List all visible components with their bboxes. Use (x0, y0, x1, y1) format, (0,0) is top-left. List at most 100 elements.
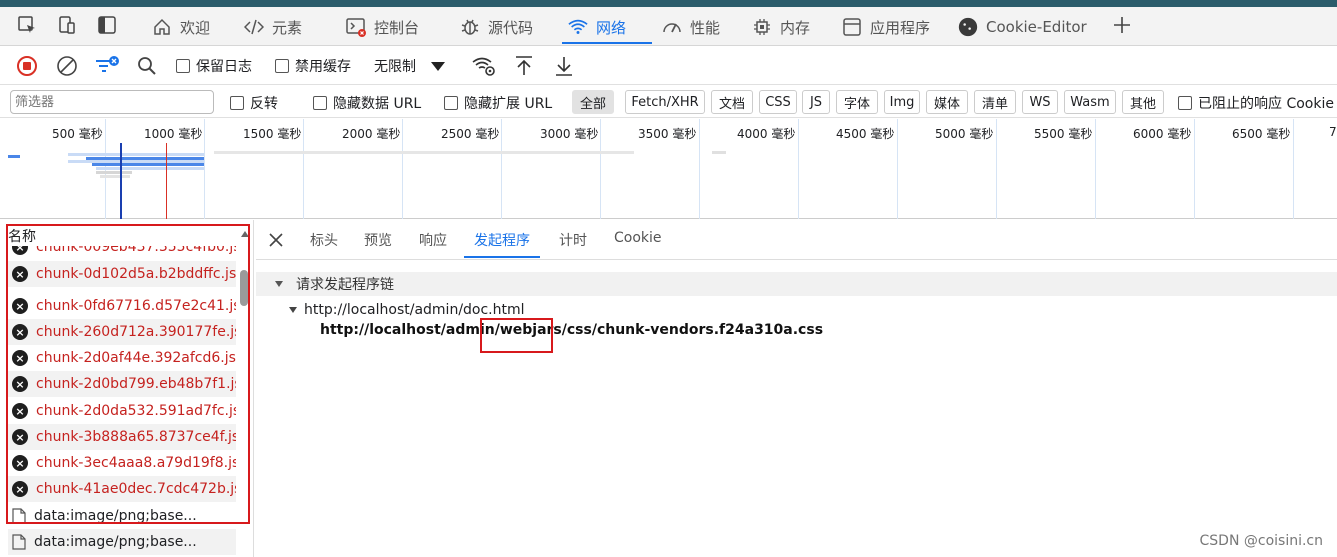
waterfall-bar (100, 175, 130, 178)
initiator-chain-section-header[interactable]: 请求发起程序链 (256, 272, 1337, 296)
load-event-marker (166, 143, 167, 219)
timeline-tick-label: 3000 毫秒 (540, 127, 599, 141)
preserve-log-checkbox[interactable]: 保留日志 (176, 55, 252, 77)
tab-network[interactable]: 网络 (562, 10, 652, 44)
watermark: CSDN @coisini.cn (1199, 533, 1323, 549)
tab-initiator[interactable]: 发起程序 (464, 230, 540, 258)
type-filter-label: CSS (765, 94, 791, 110)
download-icon (556, 57, 572, 76)
waterfall-bar (92, 163, 204, 166)
initiator-child-item[interactable]: http://localhost/admin/webjars/css/chunk… (320, 322, 823, 338)
type-filter-label: 文档 (718, 96, 745, 112)
stop-recording-button[interactable] (16, 55, 38, 77)
close-detail-button[interactable] (268, 232, 284, 252)
device-toolbar-icon[interactable] (56, 14, 78, 36)
type-filter-ws[interactable]: WS (1022, 90, 1058, 114)
tab-sources[interactable]: 源代码 (454, 10, 539, 44)
timeline-tick-label: 2500 毫秒 (441, 127, 500, 141)
dock-side-icon[interactable] (96, 14, 118, 36)
export-har-button[interactable] (554, 55, 574, 77)
detail-tab-bar: 标头 预览 响应 发起程序 计时 Cookie (256, 220, 1337, 260)
tab-response[interactable]: 响应 (419, 230, 447, 250)
type-filter-other[interactable]: 其他 (1122, 90, 1164, 114)
tab-label: 源代码 (488, 18, 534, 37)
network-conditions-button[interactable] (472, 55, 496, 77)
initiator-child-url: http://localhost/admin/webjars/css/chunk… (320, 322, 824, 338)
tab-performance[interactable]: 性能 (656, 10, 726, 44)
timeline-overview[interactable]: 500 毫秒 1000 毫秒 1500 毫秒 2000 毫秒 2500 毫秒 3… (0, 119, 1337, 219)
dropdown-arrow-icon (431, 62, 445, 71)
type-filter-css[interactable]: CSS (759, 90, 797, 114)
invert-checkbox[interactable]: 反转 (230, 93, 278, 113)
tab-console[interactable]: 控制台 (340, 10, 425, 44)
tab-welcome[interactable]: 欢迎 (146, 10, 216, 44)
chip-icon (752, 17, 772, 37)
add-tab-icon[interactable] (1111, 14, 1133, 36)
cookie-icon (958, 17, 978, 37)
checkbox-box (313, 96, 327, 110)
filter-toggle-button[interactable] (94, 55, 120, 77)
tab-headers[interactable]: 标头 (310, 230, 338, 250)
active-tab-underline (464, 256, 540, 258)
window-accent-line (0, 0, 1337, 7)
type-filter-label: Fetch/XHR (631, 94, 699, 110)
inspect-element-icon[interactable] (16, 14, 38, 36)
request-name: data:image/png;base... (34, 534, 197, 550)
blocked-cookies-label: 已阻止的响应 Cookie (1198, 96, 1334, 112)
timeline-gridline (1194, 119, 1195, 219)
tab-label: 应用程序 (870, 18, 931, 37)
type-filter-label: Wasm (1070, 94, 1110, 110)
annotation-highlight-box (6, 224, 250, 524)
type-filter-label: Img (889, 94, 915, 110)
tab-preview[interactable]: 预览 (364, 230, 392, 250)
request-list-panel: 名称 × chunk-009eb437.355c4fb0.js × chunk-… (0, 220, 254, 557)
timeline-gridline (501, 119, 502, 219)
type-filter-label: 清单 (981, 96, 1008, 112)
import-har-button[interactable] (514, 55, 534, 77)
wifi-icon (568, 17, 588, 37)
timeline-tick-label: 3500 毫秒 (638, 127, 697, 141)
timeline-tick-label: 6500 毫秒 (1232, 127, 1291, 141)
type-filter-manifest[interactable]: 清单 (974, 90, 1016, 114)
tab-application[interactable]: 应用程序 (836, 10, 936, 44)
type-filter-font[interactable]: 字体 (836, 90, 878, 114)
waterfall-bar (214, 151, 634, 154)
type-filter-doc[interactable]: 文档 (711, 90, 753, 114)
type-filter-js[interactable]: JS (802, 90, 830, 114)
type-filter-all[interactable]: 全部 (572, 90, 614, 114)
timeline-tick-label: 7 (1329, 125, 1337, 139)
bug-icon (460, 17, 480, 37)
tab-cookies[interactable]: Cookie (614, 230, 662, 246)
search-button[interactable] (136, 55, 158, 77)
hide-extension-url-checkbox[interactable]: 隐藏扩展 URL (444, 93, 552, 113)
gauge-icon (662, 17, 682, 37)
type-filter-label: 全部 (579, 96, 606, 112)
type-filter-label: WS (1029, 94, 1051, 110)
tab-cookie-editor[interactable]: Cookie-Editor (952, 10, 1093, 44)
timeline-gridline (996, 119, 997, 219)
blocked-cookies-checkbox[interactable]: 已阻止的响应 Cookie (1178, 93, 1334, 113)
tab-memory[interactable]: 内存 (746, 10, 816, 44)
code-icon (244, 17, 264, 37)
request-row[interactable]: data:image/png;base... (8, 529, 236, 555)
expand-triangle-icon (289, 307, 297, 313)
type-filter-media[interactable]: 媒体 (926, 90, 968, 114)
throttling-select[interactable]: 无限制 (374, 55, 446, 77)
tab-elements[interactable]: 元素 (238, 10, 308, 44)
filter-input[interactable] (10, 90, 214, 114)
devtools-tab-bar: 欢迎 元素 控制台 源代码 网络 性能 内存 应用程序 Cookie-Edito… (0, 0, 1337, 46)
type-filter-fetch-xhr[interactable]: Fetch/XHR (625, 90, 705, 114)
network-toolbar: 保留日志 禁用缓存 无限制 (0, 47, 1337, 85)
clear-button[interactable] (56, 55, 78, 77)
timeline-tick-label: 2000 毫秒 (342, 127, 401, 141)
tab-label: 内存 (780, 18, 811, 37)
tab-timing[interactable]: 计时 (559, 230, 587, 250)
document-icon (12, 534, 26, 550)
disable-cache-checkbox[interactable]: 禁用缓存 (275, 55, 351, 77)
type-filter-wasm[interactable]: Wasm (1064, 90, 1116, 114)
waterfall-bar (96, 167, 204, 170)
hide-data-url-checkbox[interactable]: 隐藏数据 URL (313, 93, 421, 113)
initiator-root-item[interactable]: http://localhost/admin/doc.html (288, 302, 525, 318)
type-filter-img[interactable]: Img (884, 90, 920, 114)
timeline-gridline (1095, 119, 1096, 219)
